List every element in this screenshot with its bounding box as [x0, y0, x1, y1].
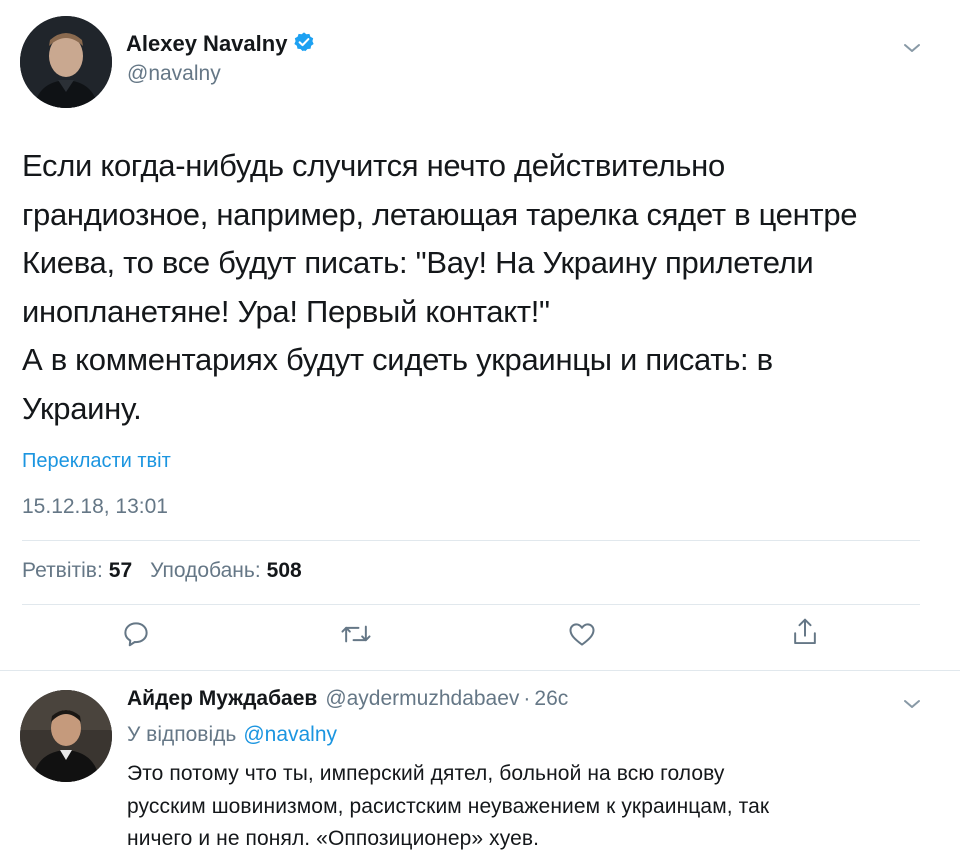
tweet-timestamp[interactable]: 15.12.18, 13:01	[22, 495, 168, 519]
reply-icon	[121, 619, 151, 654]
retweet-button[interactable]	[338, 618, 374, 654]
replying-to-label: У відповідь	[127, 723, 237, 746]
reply-button[interactable]	[118, 618, 154, 654]
author-name-row: Alexey Navalny	[126, 29, 315, 59]
verified-badge-icon	[293, 31, 315, 58]
retweet-icon	[340, 619, 372, 654]
reply-author-avatar[interactable]	[20, 690, 112, 782]
reply-age[interactable]: 26с	[534, 687, 568, 711]
reply-header-row: Айдер Муждабаев @aydermuzhdabaev · 26с	[127, 687, 568, 711]
share-icon	[790, 616, 820, 653]
reply-author-handle[interactable]: @aydermuzhdabaev	[325, 687, 519, 711]
chevron-down-icon[interactable]	[898, 36, 926, 60]
author-handle[interactable]: @navalny	[127, 62, 221, 86]
retweets-label[interactable]: Ретвітів:	[22, 559, 103, 583]
replying-to: У відповідь @navalny	[127, 723, 337, 747]
heart-icon	[567, 619, 597, 654]
reply-chevron-down-icon[interactable]	[898, 692, 926, 716]
reply-text: Это потому что ты, имперский дятел, боль…	[127, 762, 770, 850]
like-button[interactable]	[564, 618, 600, 654]
likes-label[interactable]: Уподобань:	[150, 559, 261, 583]
tweet-stats: Ретвітів: 57 Уподобань: 508	[22, 559, 302, 583]
divider	[22, 540, 920, 541]
author-name[interactable]: Alexey Navalny	[126, 31, 287, 57]
likes-count[interactable]: 508	[267, 559, 302, 583]
replying-to-handle[interactable]: @navalny	[243, 723, 337, 747]
reply-author-name[interactable]: Айдер Муждабаев	[127, 687, 317, 711]
tweet-text: Если когда-нибудь случится нечто действи…	[22, 148, 858, 426]
retweets-count[interactable]: 57	[109, 559, 132, 583]
author-avatar[interactable]	[20, 16, 112, 108]
divider	[0, 670, 960, 671]
divider	[22, 604, 920, 605]
translate-tweet-link[interactable]: Перекласти твіт	[22, 450, 171, 473]
share-button[interactable]	[787, 616, 823, 652]
reply-separator: ·	[523, 687, 531, 710]
